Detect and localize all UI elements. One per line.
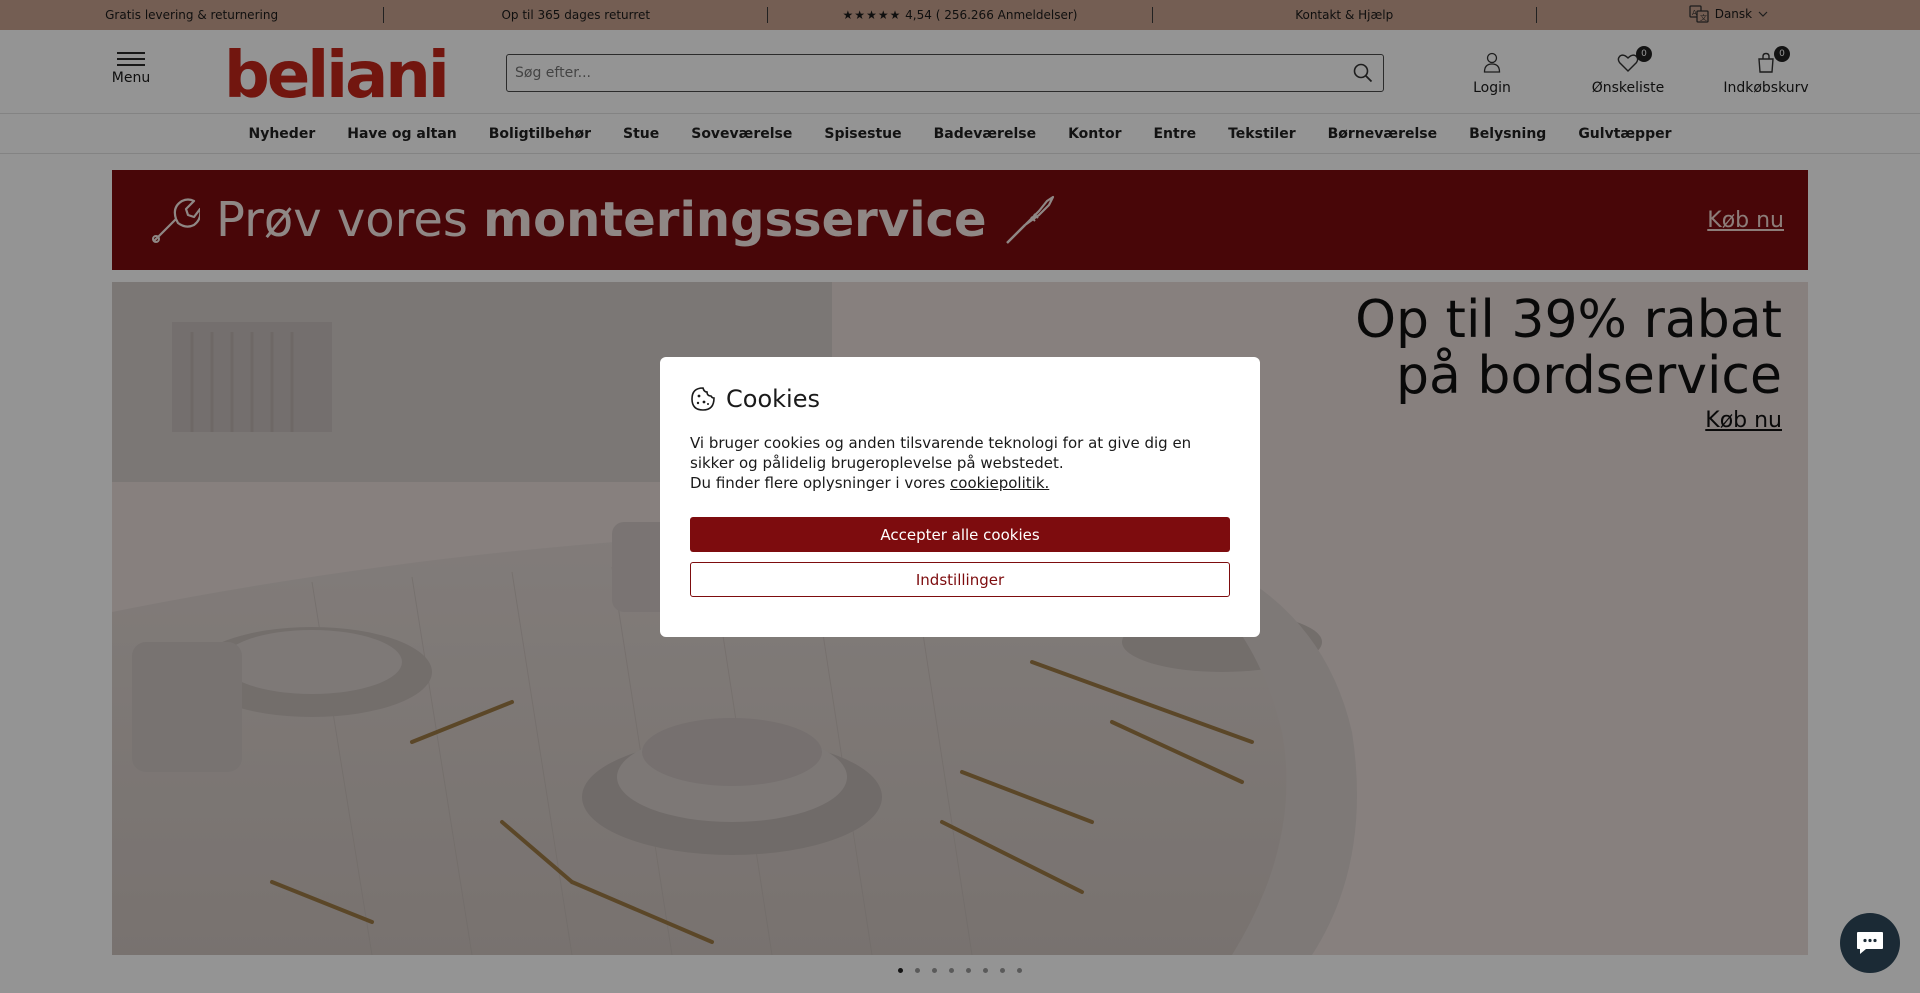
cookie-policy-link[interactable]: cookiepolitik.	[950, 474, 1049, 492]
accept-all-cookies-button[interactable]: Accepter alle cookies	[690, 517, 1230, 552]
cookie-dialog-title: Cookies	[690, 385, 1230, 413]
cookie-description: Vi bruger cookies og anden tilsvarende t…	[690, 433, 1230, 493]
chat-icon	[1857, 932, 1883, 954]
cookie-settings-button[interactable]: Indstillinger	[690, 562, 1230, 597]
cookie-title-text: Cookies	[726, 385, 820, 413]
chat-button[interactable]	[1840, 913, 1900, 973]
cookie-text-line-2: Du finder flere oplysninger i vores	[690, 474, 951, 492]
cookie-text-line-1: Vi bruger cookies og anden tilsvarende t…	[690, 434, 1192, 472]
cookie-icon	[691, 387, 715, 411]
cookie-consent-dialog: Cookies Vi bruger cookies og anden tilsv…	[660, 357, 1260, 637]
